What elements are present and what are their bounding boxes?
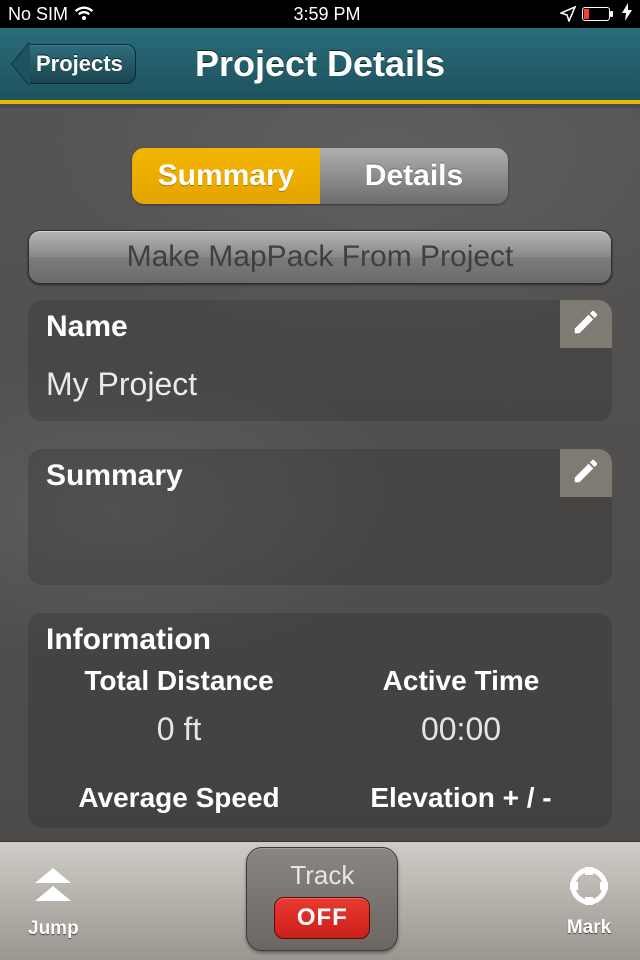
battery-icon	[582, 6, 616, 22]
average-speed-label: Average Speed	[38, 774, 320, 828]
tab-summary[interactable]: Summary	[132, 148, 320, 204]
track-toggle[interactable]: Track OFF	[246, 847, 398, 951]
make-mappack-button[interactable]: Make MapPack From Project	[28, 230, 612, 284]
chevron-left-icon	[12, 42, 30, 86]
jump-label: Jump	[28, 918, 79, 940]
chevron-up-double-icon	[28, 862, 78, 916]
total-distance-value: 0 ft	[38, 711, 320, 774]
wifi-icon	[74, 6, 94, 22]
edit-summary-button[interactable]	[560, 449, 612, 497]
summary-card: Summary	[28, 449, 612, 585]
content-area: Summary Details Make MapPack From Projec…	[0, 108, 640, 842]
mark-button[interactable]: Mark	[566, 863, 612, 939]
tab-details[interactable]: Details	[320, 148, 508, 204]
back-label: Projects	[36, 51, 123, 76]
jump-button[interactable]: Jump	[28, 862, 79, 940]
information-title: Information	[38, 623, 602, 657]
mark-label: Mark	[567, 917, 611, 939]
status-bar: No SIM 3:59 PM	[0, 0, 640, 28]
track-state-badge: OFF	[274, 897, 370, 939]
pencil-icon	[571, 456, 601, 491]
back-button[interactable]: Projects	[12, 42, 136, 86]
elevation-label: Elevation + / -	[320, 774, 602, 828]
bottom-toolbar: Jump Track OFF Mark	[0, 842, 640, 960]
name-card-title: Name	[46, 310, 594, 344]
active-time-label: Active Time	[320, 657, 602, 711]
nav-bar: Projects Project Details	[0, 28, 640, 104]
edit-name-button[interactable]	[560, 300, 612, 348]
name-card-value: My Project	[46, 366, 594, 403]
pencil-icon	[571, 307, 601, 342]
name-card: Name My Project	[28, 300, 612, 421]
total-distance-label: Total Distance	[38, 657, 320, 711]
segmented-control: Summary Details	[132, 148, 508, 204]
information-card: Information Total Distance Active Time 0…	[28, 613, 612, 828]
page-title: Project Details	[195, 43, 445, 85]
summary-card-title: Summary	[46, 459, 594, 493]
carrier-label: No SIM	[8, 4, 68, 25]
track-label: Track	[290, 860, 354, 891]
active-time-value: 00:00	[320, 711, 602, 774]
charging-icon	[622, 3, 632, 26]
clock: 3:59 PM	[293, 4, 360, 25]
location-icon	[560, 6, 576, 22]
target-icon	[566, 863, 612, 915]
